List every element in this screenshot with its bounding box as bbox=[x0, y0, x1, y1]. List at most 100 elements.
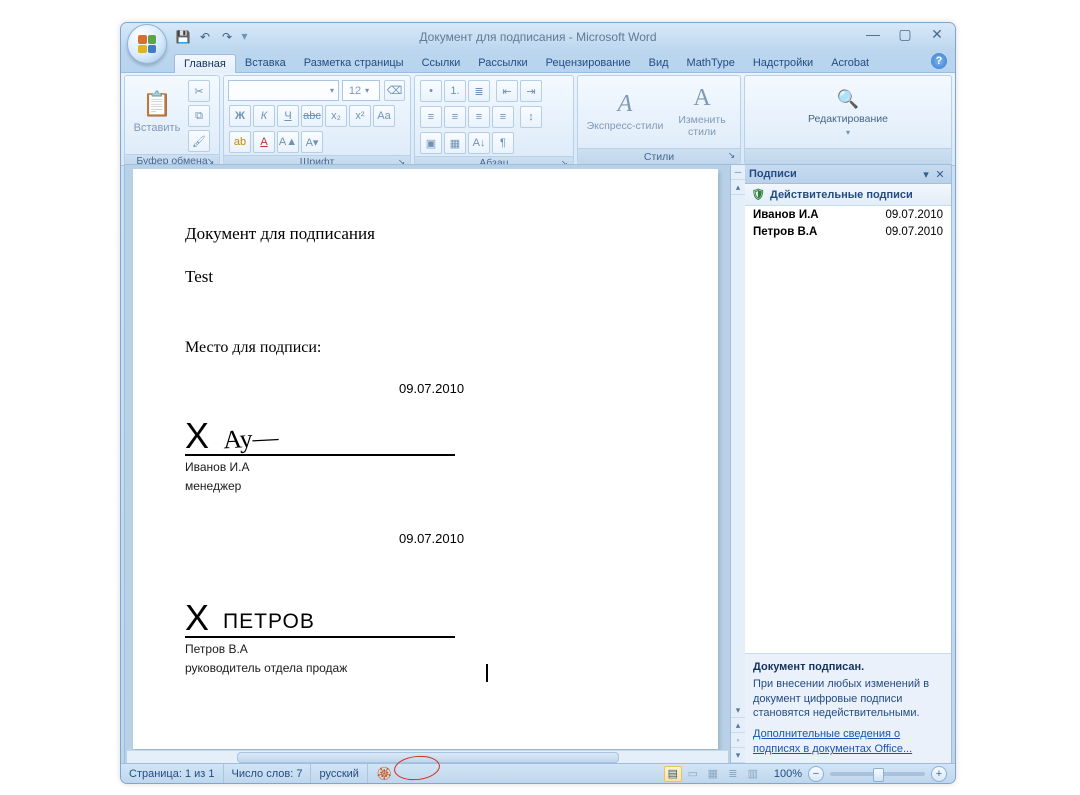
outline-view-icon[interactable]: ≣ bbox=[724, 766, 742, 782]
decrease-indent-icon[interactable]: ⇤ bbox=[496, 80, 518, 102]
quick-styles-button[interactable]: A Экспресс-стили bbox=[582, 79, 668, 145]
signer-date: 09.07.2010 bbox=[885, 226, 943, 238]
zoom-slider-thumb[interactable] bbox=[873, 768, 884, 782]
close-button[interactable]: ✕ bbox=[925, 25, 949, 43]
scroll-up-icon[interactable]: ▴ bbox=[731, 180, 745, 195]
browse-object-icon[interactable]: ◦ bbox=[731, 733, 745, 748]
underline-icon[interactable]: Ч bbox=[277, 105, 299, 127]
font-family-combo[interactable]: ▾ bbox=[228, 80, 339, 101]
copy-icon[interactable]: ⧉ bbox=[188, 105, 210, 127]
tab-page-layout[interactable]: Разметка страницы bbox=[295, 54, 413, 72]
doc-title: Документ для подписания bbox=[185, 223, 678, 246]
scrollbar-thumb[interactable] bbox=[237, 752, 619, 763]
align-center-icon[interactable]: ≡ bbox=[444, 106, 466, 128]
multilevel-list-icon[interactable]: ≣ bbox=[468, 80, 490, 102]
tab-mathtype[interactable]: MathType bbox=[678, 54, 744, 72]
bold-icon[interactable]: Ж bbox=[229, 105, 251, 127]
status-signature[interactable]: 🏵 bbox=[368, 764, 401, 783]
italic-icon[interactable]: К bbox=[253, 105, 275, 127]
page: Документ для подписания Test Место для п… bbox=[133, 169, 718, 749]
next-page-icon[interactable]: ▾ bbox=[731, 748, 745, 763]
paste-button[interactable]: 📋 Вставить bbox=[129, 79, 185, 145]
zoom-controls: 100% − + bbox=[766, 766, 955, 782]
zoom-out-button[interactable]: − bbox=[808, 766, 824, 782]
bullet-list-icon[interactable]: • bbox=[420, 80, 442, 102]
valid-signatures-label: Действительные подписи bbox=[770, 189, 913, 201]
status-language[interactable]: русский bbox=[311, 764, 367, 783]
signature-area-label: Место для подписи: bbox=[185, 337, 678, 359]
font-color-icon[interactable]: A bbox=[253, 131, 275, 153]
change-styles-button[interactable]: A Изменить стили bbox=[668, 79, 736, 145]
show-marks-icon[interactable]: ¶ bbox=[492, 132, 514, 154]
status-page[interactable]: Страница: 1 из 1 bbox=[121, 764, 224, 783]
document-area[interactable]: Документ для подписания Test Место для п… bbox=[124, 164, 731, 764]
splitter-handle-icon[interactable]: ─ bbox=[731, 165, 745, 180]
fullscreen-reading-view-icon[interactable]: ▭ bbox=[684, 766, 702, 782]
clear-formatting-icon[interactable]: ⌫ bbox=[384, 80, 405, 101]
pane-close-icon[interactable]: ✕ bbox=[933, 168, 947, 181]
grow-font-icon[interactable]: A▲ bbox=[277, 131, 299, 153]
number-list-icon[interactable]: 1. bbox=[444, 80, 466, 102]
ribbon: 📋 Вставить ✂ ⧉ 🖌 Буфер обмена ↘ bbox=[121, 73, 955, 166]
sig1-date: 09.07.2010 bbox=[399, 380, 678, 398]
tab-mailings[interactable]: Рассылки bbox=[469, 54, 536, 72]
increase-indent-icon[interactable]: ⇥ bbox=[520, 80, 542, 102]
signatures-help-link[interactable]: Дополнительные сведения о подписях в док… bbox=[753, 728, 912, 755]
scroll-down-icon[interactable]: ▾ bbox=[731, 703, 745, 718]
signatures-pane: Подписи ▾ ✕ 🛡 Действительные подписи Ива… bbox=[745, 164, 952, 764]
signature-row[interactable]: Петров В.А 09.07.2010 bbox=[745, 223, 951, 240]
group-font: ▾ 12 ▾ ⌫ Ж К Ч abc x₂ x² bbox=[223, 75, 411, 165]
tab-acrobat[interactable]: Acrobat bbox=[822, 54, 878, 72]
justify-icon[interactable]: ≡ bbox=[492, 106, 514, 128]
tab-references[interactable]: Ссылки bbox=[413, 54, 470, 72]
print-layout-view-icon[interactable]: ▤ bbox=[664, 766, 682, 782]
launcher-icon[interactable]: ↘ bbox=[725, 150, 738, 162]
pane-titlebar[interactable]: Подписи ▾ ✕ bbox=[745, 165, 951, 184]
signature-block-2[interactable]: 09.07.2010 X ПЕТРОВ Петров В.А руководит… bbox=[185, 530, 678, 676]
align-right-icon[interactable]: ≡ bbox=[468, 106, 490, 128]
signature-block-1[interactable]: 09.07.2010 X Ay— Иванов И.А менеджер bbox=[185, 380, 678, 494]
maximize-button[interactable]: ▢ bbox=[893, 25, 917, 43]
borders-icon[interactable]: ▦ bbox=[444, 132, 466, 154]
office-button[interactable] bbox=[127, 24, 167, 64]
subscript-icon[interactable]: x₂ bbox=[325, 105, 347, 127]
pane-title: Подписи bbox=[749, 168, 797, 180]
titlebar: 💾 ↶ ↷ ▾ Документ для подписания - Micros… bbox=[121, 23, 955, 51]
change-case-icon[interactable]: Aa bbox=[373, 105, 395, 127]
vertical-nav-strip: ─ ▴ ▾ ▴ ◦ ▾ bbox=[731, 164, 745, 764]
horizontal-scrollbar[interactable] bbox=[127, 750, 728, 763]
draft-view-icon[interactable]: ▥ bbox=[744, 766, 762, 782]
tab-view[interactable]: Вид bbox=[640, 54, 678, 72]
strike-icon[interactable]: abc bbox=[301, 105, 323, 127]
web-layout-view-icon[interactable]: ▦ bbox=[704, 766, 722, 782]
change-styles-icon: A bbox=[693, 85, 710, 112]
window-title: Документ для подписания - Microsoft Word bbox=[121, 23, 955, 51]
sort-icon[interactable]: A↓ bbox=[468, 132, 490, 154]
highlight-color-icon[interactable]: ab bbox=[229, 131, 251, 153]
signer-name: Петров В.А bbox=[753, 226, 817, 238]
handwritten-signature-icon: Ay— bbox=[222, 419, 279, 457]
zoom-value[interactable]: 100% bbox=[774, 768, 802, 780]
font-size-combo[interactable]: 12 ▾ bbox=[342, 80, 380, 101]
superscript-icon[interactable]: x² bbox=[349, 105, 371, 127]
shrink-font-icon[interactable]: A▾ bbox=[301, 131, 323, 153]
pane-menu-icon[interactable]: ▾ bbox=[919, 168, 933, 181]
align-left-icon[interactable]: ≡ bbox=[420, 106, 442, 128]
zoom-in-button[interactable]: + bbox=[931, 766, 947, 782]
signature-row[interactable]: Иванов И.А 09.07.2010 bbox=[745, 206, 951, 223]
tab-insert[interactable]: Вставка bbox=[236, 54, 295, 72]
tab-review[interactable]: Рецензирование bbox=[537, 54, 640, 72]
tab-addins[interactable]: Надстройки bbox=[744, 54, 822, 72]
tab-home[interactable]: Главная bbox=[174, 54, 236, 73]
cut-icon[interactable]: ✂ bbox=[188, 80, 210, 102]
shading-icon[interactable]: ▣ bbox=[420, 132, 442, 154]
help-icon[interactable]: ? bbox=[931, 53, 947, 69]
line-spacing-icon[interactable]: ↕ bbox=[520, 106, 542, 128]
zoom-slider[interactable] bbox=[830, 772, 925, 776]
status-word-count[interactable]: Число слов: 7 bbox=[224, 764, 312, 783]
doc-signed-label: Документ подписан. bbox=[753, 660, 943, 675]
minimize-button[interactable]: — bbox=[861, 25, 885, 43]
editing-button[interactable]: 🔍 Редактирование ▾ bbox=[749, 80, 947, 146]
format-painter-icon[interactable]: 🖌 bbox=[188, 130, 210, 152]
prev-page-icon[interactable]: ▴ bbox=[731, 718, 745, 733]
